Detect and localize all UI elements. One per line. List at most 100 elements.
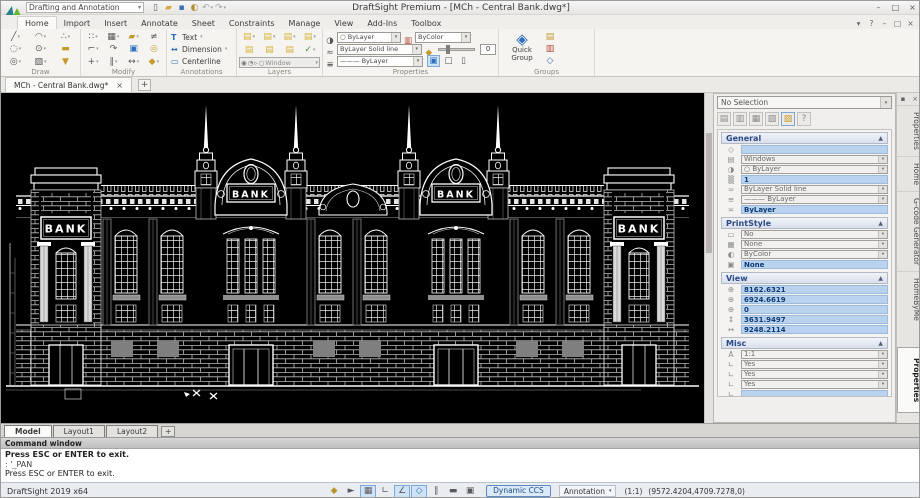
- tab-insert[interactable]: Insert: [97, 17, 134, 29]
- ucs-icon-origin-value[interactable]: Yes▾: [741, 370, 888, 379]
- pattern-icon[interactable]: ▦: [103, 31, 123, 43]
- line-icon[interactable]: ╱: [3, 31, 28, 43]
- transparency-value[interactable]: 1: [741, 175, 888, 184]
- stretch-icon[interactable]: ↔: [124, 56, 144, 68]
- text-tool-button[interactable]: T Text ▾: [169, 31, 234, 43]
- match-properties-icon[interactable]: ∷: [83, 31, 103, 43]
- hatch-icon[interactable]: ▨: [28, 56, 53, 68]
- layer-filter-dropdown[interactable]: ◉◔▹○ Window ▾: [239, 57, 320, 68]
- ucs-icon-on-value[interactable]: Yes▾: [741, 360, 888, 369]
- tab-home[interactable]: Home: [17, 16, 57, 29]
- lineweight-icon[interactable]: ▬: [445, 485, 461, 498]
- help-icon[interactable]: ?: [865, 18, 878, 29]
- point-icon[interactable]: ∴: [53, 31, 78, 43]
- centerline-tool-button[interactable]: ▭ Centerline: [169, 55, 234, 67]
- tab-manage[interactable]: Manage: [282, 17, 328, 29]
- doc-tab-central-bank[interactable]: MCh - Central Bank.dwg* ×: [5, 77, 132, 92]
- annotation-scale-dropdown[interactable]: Annotation▾: [559, 485, 617, 497]
- etrack-icon[interactable]: ∥: [428, 485, 444, 498]
- pp-list-icon[interactable]: ▦: [749, 112, 763, 126]
- print-style-name-value[interactable]: None: [741, 260, 888, 269]
- new-file-icon[interactable]: ▯: [149, 2, 162, 14]
- layer-radio-on-icon[interactable]: ◉: [241, 59, 247, 67]
- line-weight-value[interactable]: ——— ByLayer▾: [741, 195, 888, 204]
- line-color-dropdown[interactable]: ○ ByLayer ▾: [337, 32, 401, 43]
- entity-snap-icon[interactable]: ◆: [326, 485, 342, 498]
- layer-off-icon[interactable]: ▤: [259, 31, 279, 43]
- ucs-name-value[interactable]: [741, 390, 888, 398]
- layer-check-icon[interactable]: ✓: [300, 44, 320, 56]
- tab-import[interactable]: Import: [57, 17, 98, 29]
- line-style-dropdown[interactable]: ByLayer Solid line ▾: [337, 44, 422, 55]
- line-scale-value[interactable]: ByLayer: [741, 205, 888, 214]
- view-height-value[interactable]: 3631.9497: [741, 315, 888, 324]
- pointer-icon[interactable]: ►: [343, 485, 359, 498]
- explode-icon[interactable]: ◆: [144, 56, 164, 68]
- polygon-icon[interactable]: ▼: [53, 56, 78, 68]
- layer-radio-off-icon[interactable]: ○: [259, 59, 265, 67]
- group-manager-icon[interactable]: ◇: [543, 55, 557, 67]
- close-tab-icon[interactable]: ×: [116, 81, 123, 90]
- layers-manager-icon[interactable]: ▤: [239, 31, 259, 43]
- print-style-table-value[interactable]: None▾: [741, 240, 888, 249]
- annotation-scale-value[interactable]: 1:1▾: [741, 350, 888, 359]
- trim-icon[interactable]: ⌐: [83, 43, 103, 55]
- ellipse-icon[interactable]: ⊙: [28, 43, 53, 55]
- undo-icon[interactable]: ↶: [201, 2, 214, 14]
- grid-icon[interactable]: ▦: [360, 485, 376, 498]
- minimize-icon[interactable]: –: [870, 2, 887, 14]
- circle-icon[interactable]: ◎: [3, 56, 28, 68]
- esnap-icon[interactable]: ◇: [411, 485, 427, 498]
- center-y-value[interactable]: 6924.6619: [741, 295, 888, 304]
- slider-thumb[interactable]: [446, 45, 450, 54]
- entity-transparency-toggle-icon[interactable]: ▣: [427, 55, 440, 67]
- side-tab-properties[interactable]: Properties: [897, 105, 920, 156]
- close-icon[interactable]: ×: [904, 2, 920, 14]
- layer-isolate-icon[interactable]: ▤: [259, 44, 279, 56]
- layer-unisolate-icon[interactable]: ▤: [280, 44, 300, 56]
- transparency-value-box[interactable]: 0: [480, 44, 496, 55]
- transparency-slider[interactable]: [438, 48, 475, 51]
- save-icon[interactable]: ▪: [175, 2, 188, 14]
- ortho-icon[interactable]: ∟: [377, 485, 393, 498]
- child-restore-icon[interactable]: □: [891, 18, 904, 29]
- ucs-per-viewport-value[interactable]: Yes▾: [741, 380, 888, 389]
- sheet-tab-layout1[interactable]: Layout1: [53, 425, 105, 437]
- collapse-ribbon-icon[interactable]: ▾: [852, 18, 865, 29]
- section-header-general[interactable]: General▲: [721, 132, 888, 144]
- workspace-dropdown[interactable]: Drafting and Annotation ▾: [26, 2, 144, 13]
- pp-filter-icon[interactable]: ▧: [765, 112, 779, 126]
- section-header-misc[interactable]: Misc▲: [721, 337, 888, 349]
- polar-icon[interactable]: ∠: [394, 485, 410, 498]
- scrollbar-thumb[interactable]: [706, 133, 712, 253]
- new-tab-button[interactable]: +: [138, 79, 151, 91]
- layer-radio-mid-icon[interactable]: ◔: [248, 59, 254, 67]
- views-toggle-icon[interactable]: □: [442, 55, 455, 67]
- erase-icon[interactable]: ▰: [124, 31, 144, 43]
- dynamic-ccs-button[interactable]: Dynamic CCS: [486, 485, 551, 497]
- layer-freeze-icon[interactable]: ▤: [280, 31, 300, 43]
- offset-icon[interactable]: ◎: [144, 43, 164, 55]
- hyperlink-value[interactable]: [741, 145, 888, 154]
- sheet-toggle-icon[interactable]: ▯: [457, 55, 470, 67]
- command-window-header[interactable]: Command window: [1, 438, 920, 449]
- copy-icon[interactable]: ∥: [103, 56, 123, 68]
- command-window[interactable]: Command window Press ESC or ENTER to exi…: [1, 437, 920, 482]
- sheet-tab-model[interactable]: Model: [4, 425, 52, 437]
- pp-edit-icon[interactable]: ▨: [781, 112, 795, 126]
- layer-radio-arrow-icon[interactable]: ▹: [254, 59, 257, 67]
- rotate-icon[interactable]: ↷: [103, 43, 123, 55]
- panel-close-icon[interactable]: ×: [911, 95, 920, 103]
- print-color-value[interactable]: ByColor▾: [741, 250, 888, 259]
- section-header-printstyle[interactable]: PrintStyle▲: [721, 217, 888, 229]
- line-color-value[interactable]: ○ ByLayer▾: [741, 165, 888, 174]
- arc-icon[interactable]: ◠: [28, 31, 53, 43]
- add-sheet-button[interactable]: +: [161, 426, 175, 437]
- ungroup-icon[interactable]: ▥: [543, 43, 557, 55]
- pp-help-icon[interactable]: ?: [797, 112, 811, 126]
- split-icon[interactable]: ≠: [144, 31, 164, 43]
- redo-icon[interactable]: ↷: [214, 2, 227, 14]
- tab-sheet[interactable]: Sheet: [185, 17, 222, 29]
- highlight-icon[interactable]: ▣: [124, 43, 144, 55]
- print-style-value[interactable]: No▾: [741, 230, 888, 239]
